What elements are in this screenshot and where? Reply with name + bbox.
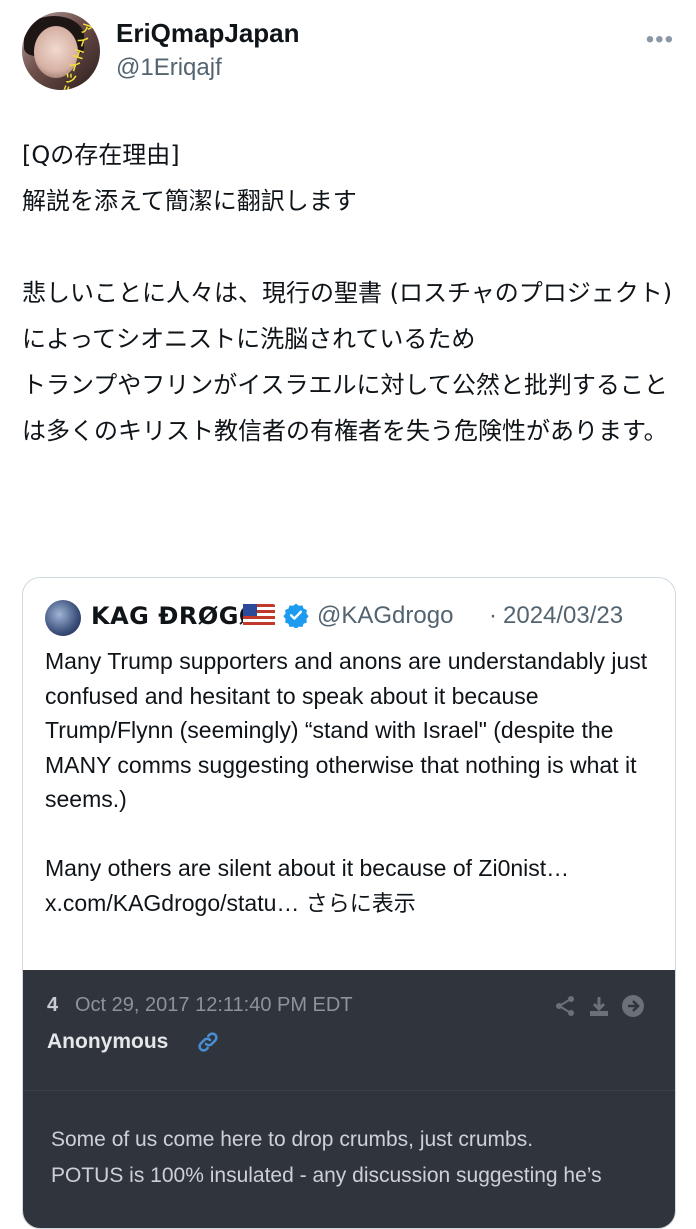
quoted-author-name[interactable]: KAG ĐRØGØ <box>91 602 260 630</box>
quoted-tweet-header: KAG ĐRØGØ @KAGdrogo · 2024/03/23 <box>45 600 665 640</box>
author-display-name[interactable]: EriQmapJapan <box>116 18 300 49</box>
more-dots-icon[interactable]: ••• <box>646 26 674 54</box>
show-more-link[interactable]: さらに表示 <box>306 892 416 917</box>
quoted-tweet-text: Many Trump supporters and anons are unde… <box>45 648 648 916</box>
quoted-author-handle[interactable]: @KAGdrogo <box>317 602 453 630</box>
quoted-tweet-date[interactable]: 2024/03/23 <box>503 602 623 630</box>
post-body-text: Some of us come here to drop crumbs, jus… <box>51 1128 602 1187</box>
separator-dot: · <box>489 602 497 629</box>
post-actions <box>547 994 647 1022</box>
quoted-tweet-body: Many Trump supporters and anons are unde… <box>45 644 655 922</box>
download-icon <box>590 997 608 1016</box>
post-date: Oct 29, 2017 12:11:40 PM EDT <box>75 994 353 1016</box>
post-meta-row: 4 Oct 29, 2017 12:11:40 PM EDT <box>47 994 647 1022</box>
us-flag-icon <box>243 604 275 626</box>
divider <box>23 1090 675 1091</box>
link-icon <box>198 1032 218 1052</box>
arrow-right-icon <box>622 995 644 1017</box>
post-number: 4 <box>47 994 59 1016</box>
tweet-header: アイエイ ツル EriQmapJapan @1Eriqajf ••• <box>22 12 674 92</box>
author-handle[interactable]: @1Eriqajf <box>116 54 222 82</box>
quoted-author-avatar[interactable] <box>45 600 81 636</box>
verified-badge-icon <box>283 603 309 628</box>
poster-name: Anonymous <box>47 1030 169 1053</box>
tweet-text: [Qの存在理由] 解説を添えて簡潔に翻訳します 悲しいことに人々は、現行の聖書 … <box>22 141 673 445</box>
quoted-media-screenshot[interactable]: 4 Oct 29, 2017 12:11:40 PM EDT Anonymous <box>23 970 675 1228</box>
quoted-tweet-card[interactable]: KAG ĐRØGØ @KAGdrogo · 2024/03/23 Many Tr… <box>22 577 676 1229</box>
author-avatar[interactable]: アイエイ ツル <box>22 12 100 90</box>
share-icon <box>556 996 574 1016</box>
